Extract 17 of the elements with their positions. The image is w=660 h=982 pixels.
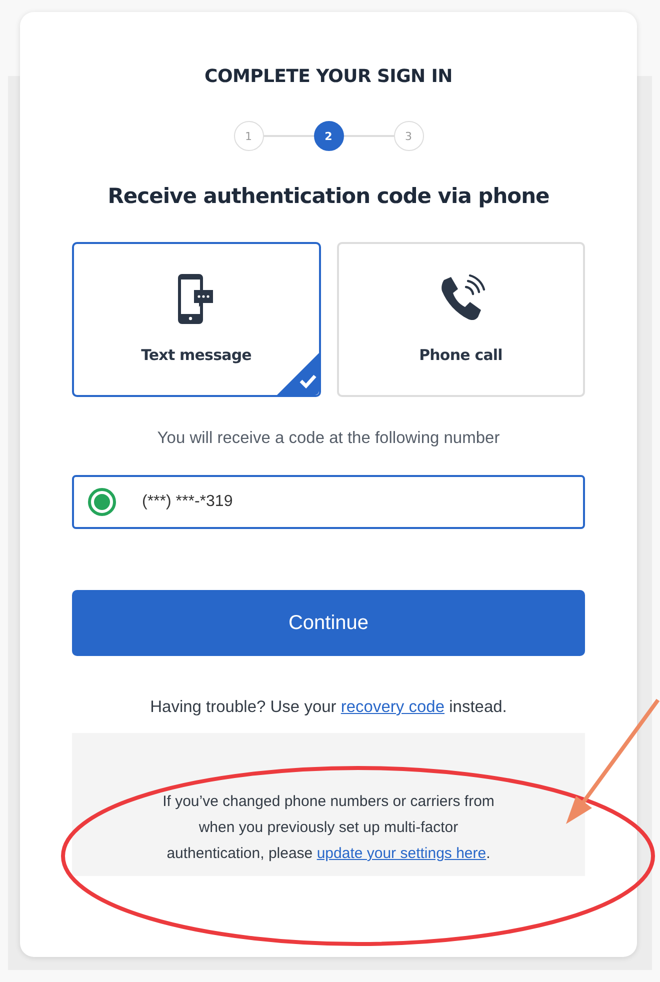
heading: Receive authentication code via phone (106, 184, 550, 208)
phone-number-option[interactable]: (***) ***-*319 (72, 475, 585, 529)
step-indicator: 1 (234, 121, 264, 151)
update-settings-link[interactable]: update your settings here (316, 845, 486, 862)
recovery-code-link[interactable]: recovery code (340, 698, 445, 716)
continue-button[interactable]: Continue (72, 590, 585, 656)
step-indicator: 2 (314, 121, 344, 151)
check-icon (276, 353, 318, 395)
method-option[interactable]: Phone call (336, 242, 585, 397)
radio-button[interactable] (88, 488, 116, 516)
page-title: COMPLETE YOUR SIGN IN (204, 66, 454, 87)
phone-message-icon (178, 274, 214, 324)
help-text: Having trouble? Use your recovery code instead. (149, 698, 508, 717)
notice-text: If you’ve changed phone numbers or carriers from when you previously set up multi-factor authentication, please update your settings here. (72, 733, 585, 876)
method-option[interactable]: Text message (72, 242, 320, 397)
instruction-text: You will receive a code at the following number (156, 429, 501, 448)
step-indicator: 3 (394, 121, 424, 151)
